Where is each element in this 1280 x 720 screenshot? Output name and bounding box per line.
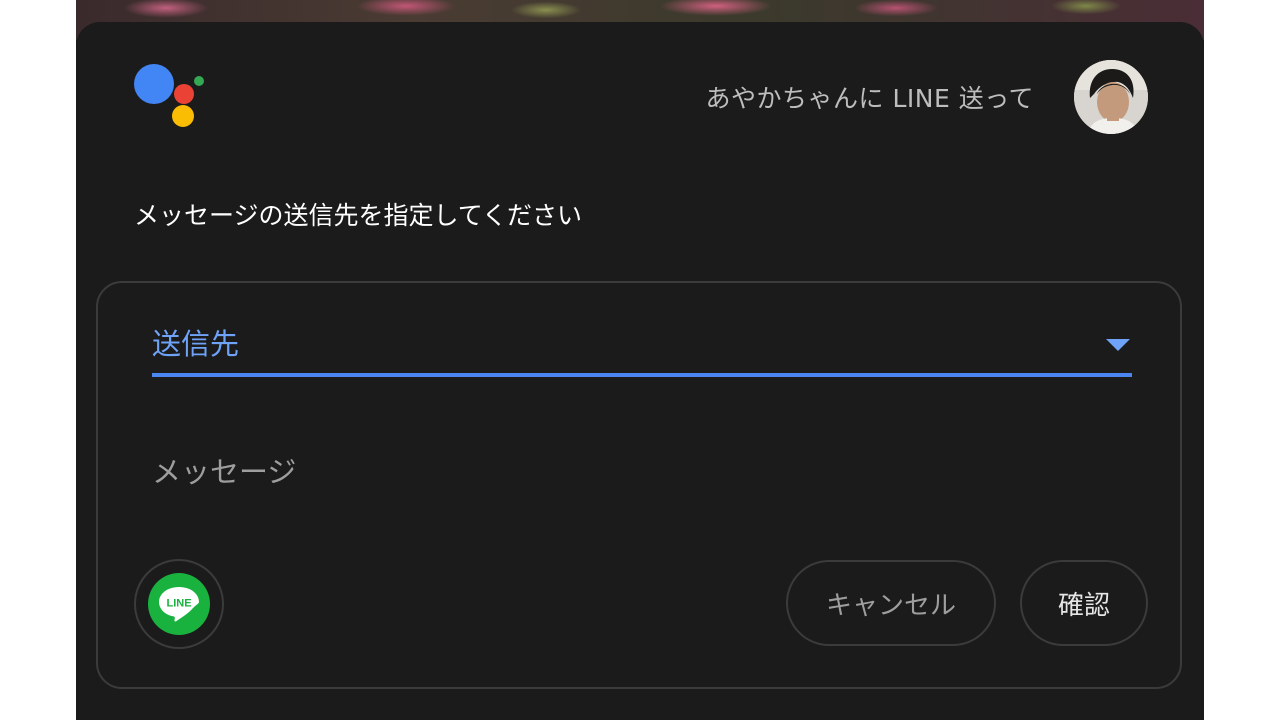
user-query-text: あやかちゃんに LINE 送って xyxy=(705,84,1034,113)
logo-green-dot xyxy=(194,76,204,86)
confirm-button[interactable]: 確認 xyxy=(1020,560,1148,646)
chevron-down-icon xyxy=(1106,339,1130,351)
line-icon-text: LINE xyxy=(166,598,191,610)
line-app-icon: LINE xyxy=(148,573,210,635)
message-input[interactable]: メッセージ xyxy=(152,449,1132,493)
avatar-photo-icon xyxy=(1074,60,1148,134)
logo-yellow-dot xyxy=(172,105,194,127)
line-app-badge: LINE xyxy=(134,559,224,649)
logo-red-dot xyxy=(174,84,194,104)
cancel-button[interactable]: キャンセル xyxy=(786,560,996,646)
assistant-prompt: メッセージの送信先を指定してください xyxy=(134,201,583,230)
google-assistant-icon xyxy=(134,64,206,130)
logo-blue-dot xyxy=(134,64,174,104)
user-avatar[interactable] xyxy=(1074,60,1148,134)
recipient-label: 送信先 xyxy=(152,327,240,361)
recipient-dropdown[interactable]: 送信先 xyxy=(152,321,1132,377)
assistant-sheet: あやかちゃんに LINE 送って メッセージの送信先を指定してください 送信先 … xyxy=(76,22,1204,720)
message-form-card: 送信先 メッセージ LINE キャンセル 確認 xyxy=(96,281,1182,689)
assistant-screen: あやかちゃんに LINE 送って メッセージの送信先を指定してください 送信先 … xyxy=(76,0,1204,720)
